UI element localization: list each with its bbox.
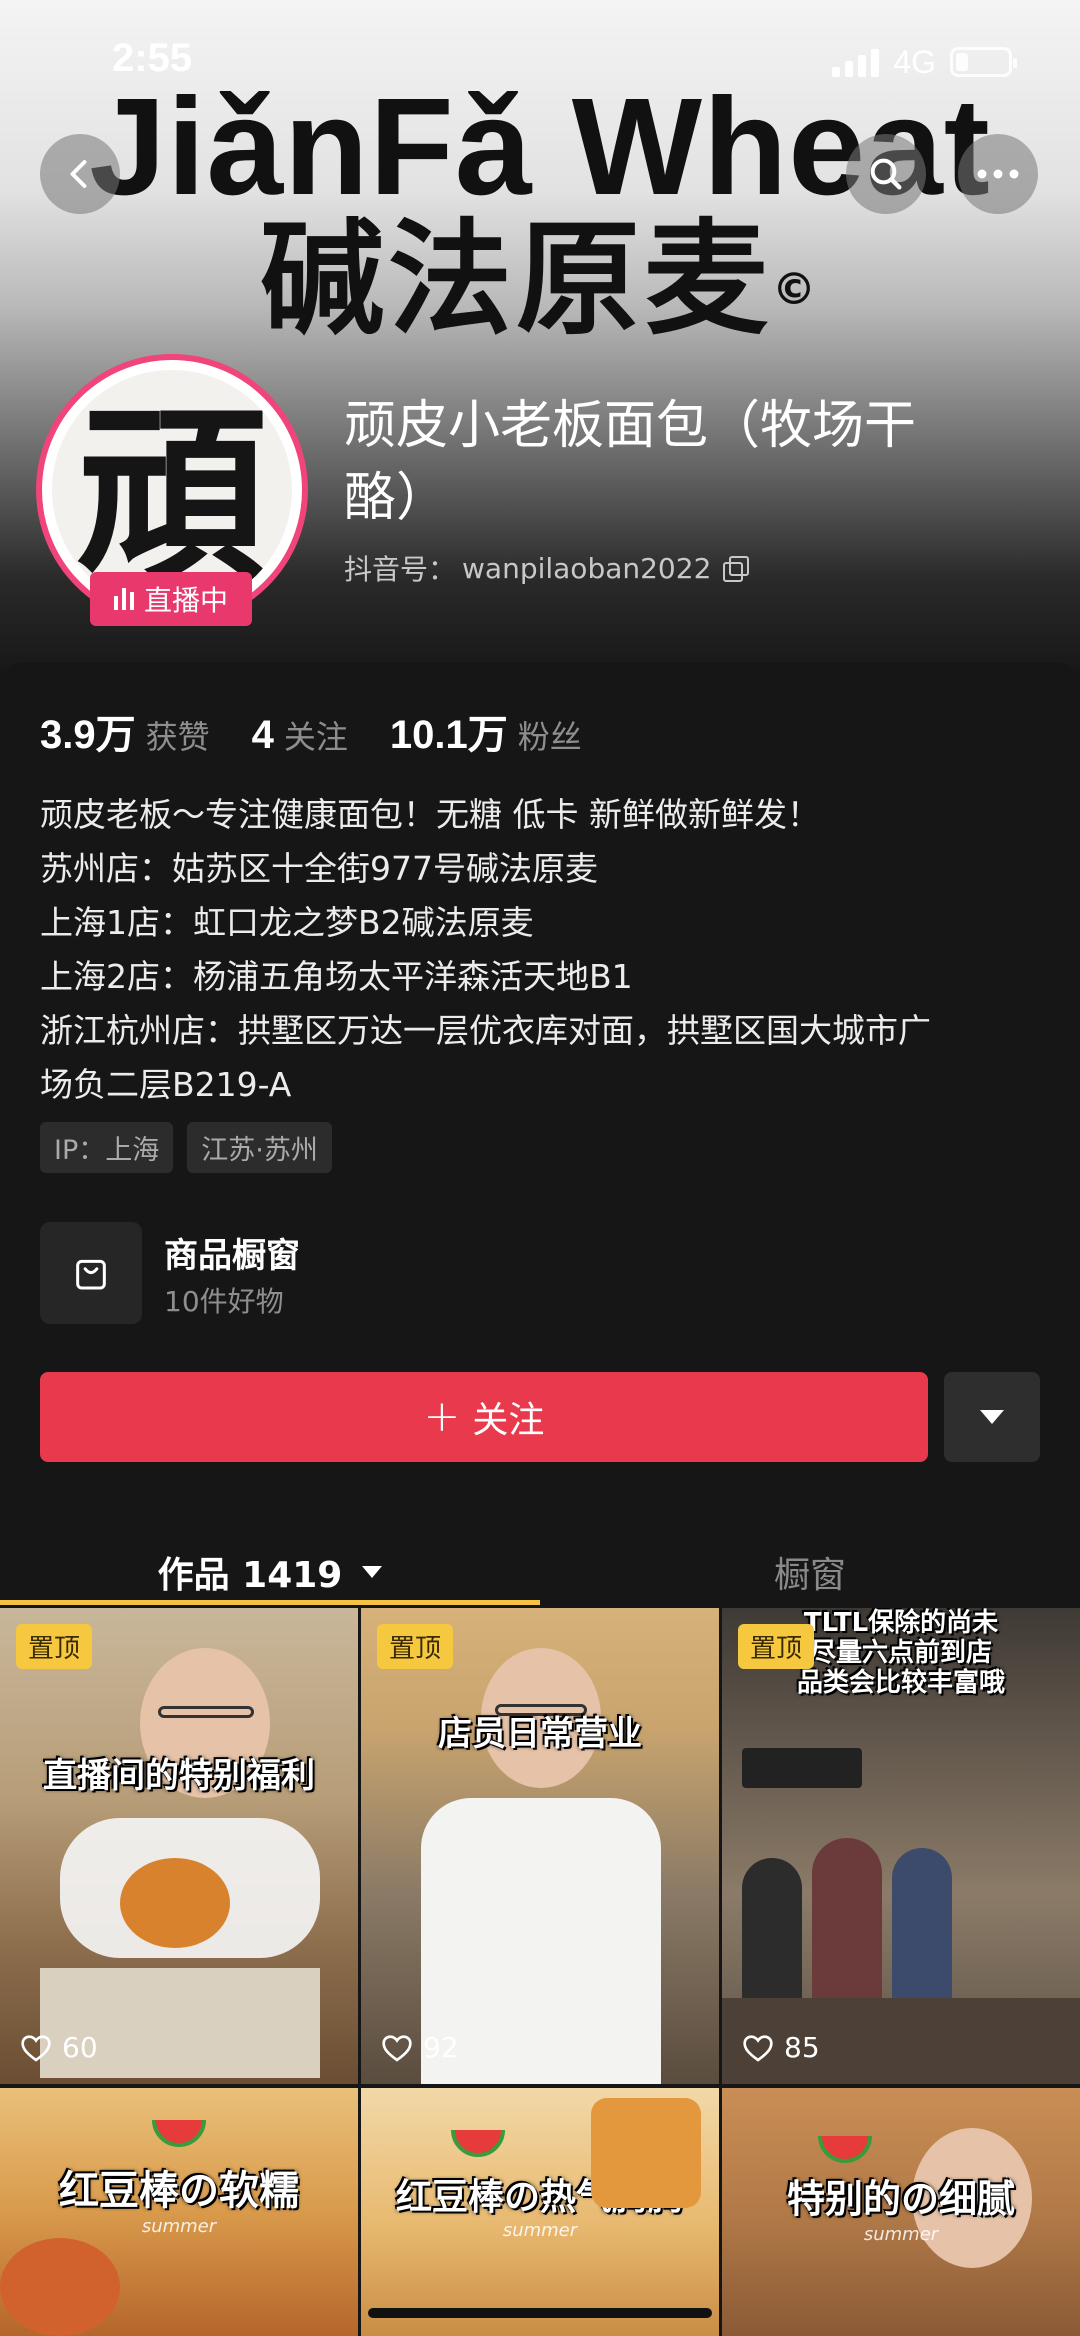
follow-label: 关注 <box>472 1400 545 1441</box>
live-badge[interactable]: 直播中 <box>90 572 252 626</box>
showcase-subtitle: 10件好物 <box>164 1285 284 1318</box>
pinned-badge: 置顶 <box>16 1624 93 1669</box>
battery-icon <box>950 47 1017 77</box>
stat-followers[interactable]: 10.1万 粉丝 <box>390 702 582 760</box>
home-indicator[interactable] <box>368 2308 712 2318</box>
video-title: 红豆棒の软糯 <box>59 2168 299 2214</box>
stat-likes-num: 3.9万 <box>40 713 136 757</box>
caret-down-icon <box>980 1410 1004 1424</box>
video-subtitle: summer <box>141 2216 217 2237</box>
caret-down-icon <box>362 1566 383 1578</box>
network-type: 4G <box>893 43 936 80</box>
pinned-badge: 置顶 <box>738 1624 815 1669</box>
back-button[interactable] <box>40 134 120 214</box>
bio-line: 苏州店：姑苏区十全街977号碱法原麦 <box>40 849 598 888</box>
heart-outline-icon <box>21 2034 51 2062</box>
video-title: 特别的の细腻 <box>786 2177 1015 2221</box>
video-thumbnail[interactable]: 红豆棒の热气腾腾 summer <box>361 2088 719 2336</box>
heart-outline-icon <box>382 2034 412 2062</box>
pinned-badge: 置顶 <box>377 1624 454 1669</box>
shopping-bag-icon <box>76 1259 106 1290</box>
product-showcase-entry[interactable]: 商品橱窗 10件好物 <box>40 1222 640 1324</box>
status-time: 2:55 <box>112 36 193 80</box>
stat-likes[interactable]: 3.9万 获赞 <box>40 702 210 760</box>
like-count: 92 <box>381 2031 459 2064</box>
cover-logo-chinese-text: 碱法原麦 <box>259 208 772 352</box>
live-label: 直播中 <box>143 584 228 617</box>
shop-icon-box <box>40 1222 142 1324</box>
cover-logo-chinese: 碱法原麦© <box>0 210 1080 350</box>
douyin-id: 抖音号： wanpilaoban2022 <box>344 548 750 588</box>
chevron-left-icon <box>70 160 87 188</box>
video-thumbnail[interactable]: 特别的の细腻 summer <box>722 2088 1080 2336</box>
video-title: 店员日常营业 <box>438 1714 642 1754</box>
showcase-title: 商品橱窗 <box>164 1236 300 1276</box>
active-tab-indicator <box>0 1600 540 1605</box>
live-bars-icon <box>113 588 134 610</box>
bio-line: 顽皮老板～专注健康面包！无糖 低卡 新鲜做新鲜发！ <box>40 795 820 834</box>
status-indicators: 4G <box>832 40 1017 84</box>
recommend-dropdown-button[interactable] <box>944 1372 1040 1462</box>
stat-following-num: 4 <box>251 713 274 757</box>
like-count-value: 85 <box>784 2031 820 2064</box>
video-subtitle: summer <box>863 2224 939 2245</box>
video-thumbnail[interactable]: 直播间的特别福利 置顶 60 <box>0 1608 358 2084</box>
profile-tags: IP：上海 江苏·苏州 <box>40 1122 332 1173</box>
video-subtitle: summer <box>502 2220 578 2241</box>
chef-figure <box>421 1628 661 2084</box>
like-count-value: 92 <box>423 2031 459 2064</box>
more-button[interactable] <box>958 134 1038 214</box>
stat-followers-label: 粉丝 <box>517 718 582 756</box>
profile-stats: 3.9万 获赞 4 关注 10.1万 粉丝 <box>40 702 582 760</box>
tab-works-label: 作品 1419 <box>157 1555 343 1596</box>
signal-icon <box>832 47 880 77</box>
avatar-calligraphy: 頑 <box>76 386 267 609</box>
bio-line: 浙江杭州店：拱墅区万达一层优衣库对面，拱墅区国大城市广 <box>40 1011 931 1050</box>
video-thumbnail[interactable]: 红豆棒の软糯 summer <box>0 2088 358 2336</box>
search-button[interactable] <box>846 134 926 214</box>
ip-location-tag: IP：上海 <box>40 1122 174 1173</box>
status-bar: 2:55 4G <box>0 30 1080 94</box>
stat-likes-label: 获赞 <box>145 718 210 756</box>
tab-showcase-label: 橱窗 <box>773 1555 846 1596</box>
copy-icon[interactable] <box>723 556 750 582</box>
more-dots-icon <box>977 169 1019 179</box>
like-count-value: 60 <box>62 2031 98 2064</box>
cover-logo-english: JiǎnFǎ Wheat <box>89 70 991 224</box>
stat-following-label: 关注 <box>283 718 348 756</box>
video-thumbnail[interactable]: TLTL保除的尚未 尽量六点前到店 品类会比较丰富哦 置顶 85 <box>722 1608 1080 2084</box>
watermelon-icon <box>818 2135 872 2163</box>
bio-line: 上海1店：虹口龙之梦B2碱法原麦 <box>40 903 534 942</box>
profile-bio: 顽皮老板～专注健康面包！无糖 低卡 新鲜做新鲜发！ 苏州店：姑苏区十全街977号… <box>40 788 1050 1112</box>
watermelon-icon <box>451 2129 505 2157</box>
copyright-mark: © <box>772 264 820 315</box>
like-count: 85 <box>742 2031 820 2064</box>
follow-button[interactable]: + 关注 <box>40 1372 928 1462</box>
douyin-id-value: wanpilaoban2022 <box>462 551 712 585</box>
heart-outline-icon <box>743 2034 773 2062</box>
watermelon-icon <box>152 2119 206 2147</box>
region-tag[interactable]: 江苏·苏州 <box>187 1122 332 1173</box>
bio-line: 上海2店：杨浦五角场太平洋森活天地B1 <box>40 957 633 996</box>
profile-nickname: 顽皮小老板面包（牧场干酪） <box>344 396 917 528</box>
video-thumbnail[interactable]: 店员日常营业 置顶 92 <box>361 1608 719 2084</box>
profile-panel: 3.9万 获赞 4 关注 10.1万 粉丝 顽皮老板～专注健康面包！无糖 低卡 … <box>0 662 1080 2336</box>
stat-followers-num: 10.1万 <box>389 713 508 757</box>
search-icon <box>870 158 902 190</box>
stat-following[interactable]: 4 关注 <box>252 712 348 758</box>
video-title: 直播间的特别福利 <box>43 1756 315 1796</box>
content-tabs: 作品 1419 橱窗 <box>0 1522 1080 1622</box>
bio-line: 场负二层B219-A <box>40 1065 292 1104</box>
douyin-id-label: 抖音号： <box>344 553 457 586</box>
plus-icon: + <box>423 1391 461 1442</box>
tab-works[interactable]: 作品 1419 <box>0 1522 540 1622</box>
tab-showcase[interactable]: 橱窗 <box>540 1522 1080 1622</box>
like-count: 60 <box>20 2031 98 2064</box>
